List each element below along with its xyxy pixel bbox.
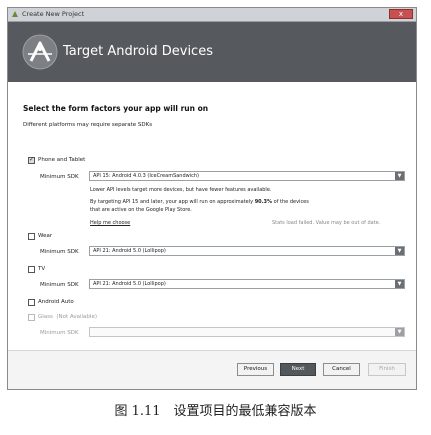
tv-checkbox[interactable] <box>28 266 35 273</box>
coverage-percent: 90.3% <box>254 199 273 205</box>
android-studio-logo-icon <box>22 34 58 70</box>
page-title: Target Android Devices <box>63 44 213 59</box>
tv-min-sdk-label: Minimum SDK <box>40 282 79 288</box>
glass-min-sdk-select: ▼ <box>89 327 405 337</box>
phone-tablet-checkbox[interactable] <box>28 156 35 164</box>
glass-not-available-note: (Not Available) <box>56 314 97 320</box>
section-heading: Select the form factors your app will ru… <box>23 104 209 113</box>
cancel-button[interactable]: Cancel <box>323 363 360 376</box>
finish-button: Finish <box>368 363 406 376</box>
close-icon: x <box>398 10 404 18</box>
glass-label: Glass (Not Available) <box>38 313 97 321</box>
wear-label: Wear <box>38 233 53 239</box>
chevron-down-icon: ▼ <box>395 247 404 255</box>
figure-caption: 图 1.11 设置项目的最低兼容版本 <box>114 404 317 419</box>
android-auto-label: Android Auto <box>38 299 74 305</box>
phone-info-line2-prefix: By targeting API 15 and later, your app … <box>90 199 255 205</box>
create-project-window: Create New Project x Target Android Devi… <box>7 7 417 390</box>
phone-info-line2: By targeting API 15 and later, your app … <box>90 199 309 206</box>
phone-info-line3: that are active on the Google Play Store… <box>90 207 192 213</box>
content-panel: Select the form factors your app will ru… <box>8 82 416 351</box>
window-title: Create New Project <box>22 10 85 18</box>
wear-checkbox[interactable] <box>28 233 35 240</box>
wear-min-sdk-label: Minimum SDK <box>40 249 79 255</box>
phone-info-line2-suffix: of the devices <box>272 199 309 205</box>
next-button[interactable]: Next <box>280 363 316 376</box>
android-studio-app-icon <box>12 11 18 17</box>
phone-min-sdk-value: API 15: Android 4.0.3 (IceCreamSandwich) <box>93 173 199 179</box>
tv-min-sdk-select[interactable]: API 21: Android 5.0 (Lollipop) ▼ <box>89 279 405 289</box>
phone-min-sdk-select[interactable]: API 15: Android 4.0.3 (IceCreamSandwich)… <box>89 171 405 181</box>
header-banner: Target Android Devices <box>8 22 416 82</box>
chevron-down-icon: ▼ <box>395 280 404 288</box>
phone-min-sdk-label: Minimum SDK <box>40 174 79 180</box>
section-subheading: Different platforms may require separate… <box>23 122 153 128</box>
glass-checkbox <box>28 314 35 321</box>
tv-min-sdk-value: API 21: Android 5.0 (Lollipop) <box>93 281 166 287</box>
previous-button[interactable]: Previous <box>237 363 274 376</box>
wear-min-sdk-select[interactable]: API 21: Android 5.0 (Lollipop) ▼ <box>89 246 405 256</box>
phone-tablet-label: Phone and Tablet <box>38 157 86 163</box>
stats-note: Stats load failed. Value may be out of d… <box>272 220 381 226</box>
wear-min-sdk-value: API 21: Android 5.0 (Lollipop) <box>93 248 166 254</box>
wizard-footer: Previous Next Cancel Finish <box>8 350 416 389</box>
title-bar: Create New Project x <box>8 8 416 22</box>
close-button[interactable]: x <box>389 9 413 19</box>
chevron-down-icon: ▼ <box>395 328 404 336</box>
glass-label-text: Glass <box>38 314 53 320</box>
chevron-down-icon: ▼ <box>395 172 404 180</box>
tv-label: TV <box>38 266 46 272</box>
help-me-choose-link[interactable]: Help me choose <box>90 220 130 227</box>
phone-info-line1: Lower API levels target more devices, bu… <box>90 187 272 193</box>
android-auto-checkbox[interactable] <box>28 299 35 306</box>
glass-min-sdk-label: Minimum SDK <box>40 330 79 336</box>
